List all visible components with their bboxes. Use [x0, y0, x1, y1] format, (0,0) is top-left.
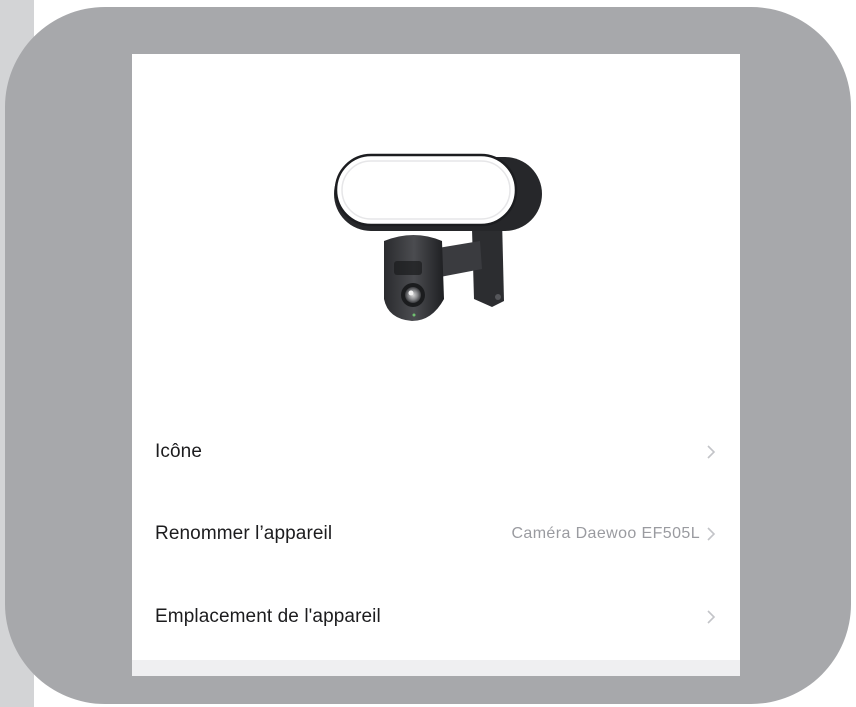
device-name-value: Caméra Daewoo EF505L	[511, 525, 700, 542]
settings-row-label: Renommer l’appareil	[155, 523, 333, 544]
settings-row-label: Icône	[155, 441, 202, 462]
settings-row-label: Emplacement de l'appareil	[155, 606, 381, 627]
floodlight-camera-image	[334, 153, 542, 321]
settings-row-location[interactable]: Emplacement de l'appareil	[132, 589, 740, 645]
chevron-right-icon	[704, 442, 718, 462]
list-bottom-separator	[132, 660, 740, 676]
settings-row-icon[interactable]: Icône	[132, 424, 740, 480]
chevron-right-icon	[704, 524, 718, 544]
page: Icône Renommer l’appareil Caméra Daewoo …	[0, 0, 856, 707]
settings-row-rename[interactable]: Renommer l’appareil Caméra Daewoo EF505L	[132, 506, 740, 562]
device-frame: Icône Renommer l’appareil Caméra Daewoo …	[5, 7, 851, 704]
phone-screen: Icône Renommer l’appareil Caméra Daewoo …	[132, 54, 740, 676]
chevron-right-icon	[704, 607, 718, 627]
